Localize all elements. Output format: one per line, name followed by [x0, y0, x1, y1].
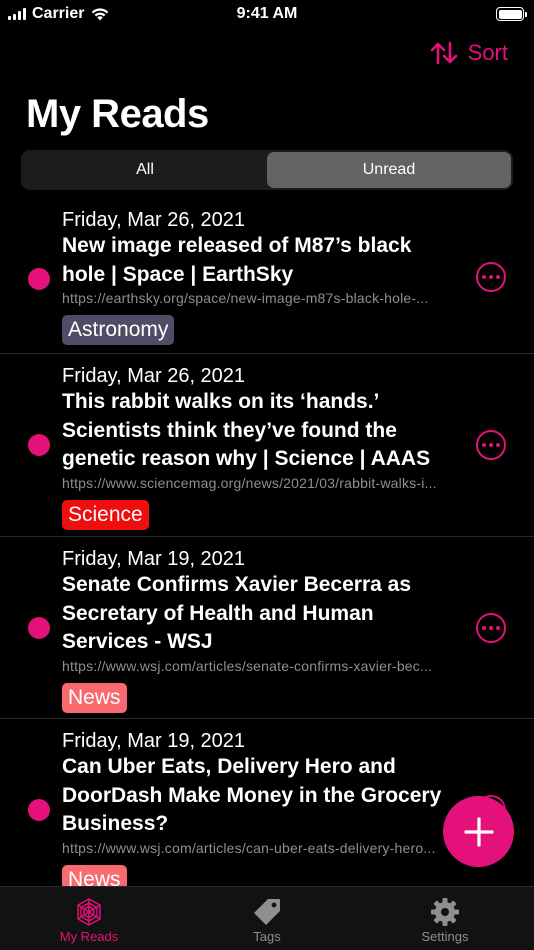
tab-label: Settings	[421, 929, 469, 944]
item-tag[interactable]: News	[62, 682, 127, 713]
item-date: Friday, Mar 26, 2021	[62, 365, 246, 387]
segment-all[interactable]: All	[23, 152, 267, 188]
list-item[interactable]: Friday, Mar 26, 2021 This rabbit walks o…	[0, 354, 534, 537]
my-reads-icon	[77, 898, 101, 926]
list-item[interactable]: Friday, Mar 26, 2021 New image released …	[0, 198, 534, 354]
item-title: This rabbit walks on its ‘hands.’ Scient…	[62, 390, 431, 470]
more-options-icon[interactable]	[476, 430, 506, 460]
tab-settings[interactable]: Settings	[356, 887, 534, 950]
status-bar: Carrier 9:41 AM	[0, 0, 534, 30]
gear-icon	[431, 898, 459, 926]
item-url: https://www.sciencemag.org/news/2021/03/…	[62, 474, 437, 491]
item-tag[interactable]: Astronomy	[62, 315, 175, 345]
item-url: https://www.wsj.com/articles/can-uber-ea…	[62, 839, 436, 856]
item-date: Friday, Mar 26, 2021	[62, 209, 246, 231]
tab-label: My Reads	[59, 929, 119, 944]
unread-indicator	[28, 617, 50, 639]
more-options-icon[interactable]	[476, 262, 506, 292]
item-url: https://earthsky.org/space/new-image-m87…	[62, 290, 429, 306]
tab-bar: My Reads Tags Settings	[0, 886, 534, 950]
sort-icon	[430, 41, 457, 65]
unread-indicator	[28, 268, 50, 290]
more-options-icon[interactable]	[476, 613, 506, 643]
list-item[interactable]: Friday, Mar 19, 2021 Senate Confirms Xav…	[0, 537, 534, 719]
unread-indicator	[28, 434, 50, 456]
reads-list: Friday, Mar 26, 2021 New image released …	[0, 198, 534, 899]
add-read-button[interactable]	[443, 796, 514, 867]
sort-button[interactable]: Sort	[430, 40, 508, 66]
filter-segmented-control: All Unread	[21, 150, 513, 190]
item-title: Can Uber Eats, Delivery Hero and DoorDas…	[62, 755, 442, 835]
tab-my-reads[interactable]: My Reads	[0, 887, 178, 950]
item-date: Friday, Mar 19, 2021	[62, 730, 246, 752]
page-title: My Reads	[26, 92, 209, 136]
segment-unread[interactable]: Unread	[267, 152, 511, 188]
plus-icon	[463, 816, 494, 847]
tab-label: Tags	[253, 929, 281, 944]
item-title: Senate Confirms Xavier Becerra as Secret…	[62, 573, 412, 653]
item-title: New image released of M87’s black hole |…	[62, 234, 412, 286]
sort-label: Sort	[467, 40, 508, 65]
item-tag[interactable]: Science	[62, 499, 149, 530]
status-time: 9:41 AM	[236, 5, 298, 22]
tag-icon	[254, 899, 280, 925]
tab-tags[interactable]: Tags	[178, 887, 356, 950]
item-date: Friday, Mar 19, 2021	[62, 548, 246, 570]
unread-indicator	[28, 799, 50, 821]
battery-icon	[496, 7, 527, 21]
item-url: https://www.wsj.com/articles/senate-conf…	[62, 657, 433, 674]
